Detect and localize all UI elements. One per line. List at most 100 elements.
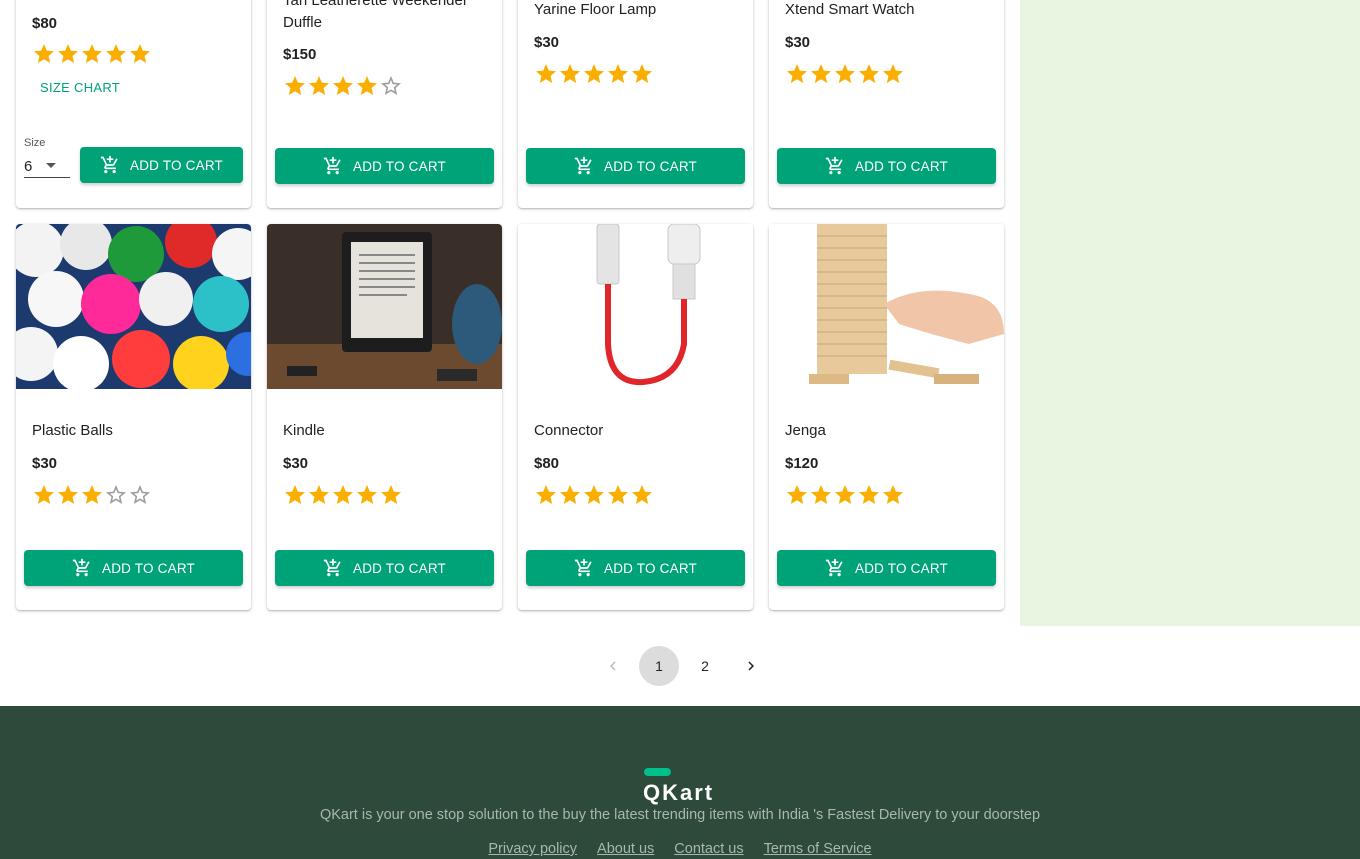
add-shopping-cart-icon <box>574 156 592 175</box>
rating-stars <box>283 483 403 507</box>
size-label: Size <box>24 137 46 149</box>
star-filled-icon <box>859 64 879 83</box>
star-filled-icon <box>883 485 903 504</box>
product-name: Tan Leatherette Weekender Duffle <box>283 0 468 31</box>
logo-mark <box>644 768 671 776</box>
star-filled-icon <box>811 485 831 504</box>
star-filled-icon <box>381 485 401 504</box>
star-empty-icon <box>106 485 126 504</box>
star-filled-icon <box>285 76 305 95</box>
about-us-link[interactable]: About us <box>597 841 654 857</box>
product-name: Jenga <box>785 422 826 439</box>
rating-stars <box>534 483 654 507</box>
products-page: $80 SIZE CHART Size 6 ADD TO CART Tan Le… <box>0 0 1360 859</box>
logo-text: QKart <box>643 780 715 805</box>
product-price: $30 <box>32 455 58 472</box>
add-to-cart-label: ADD TO CART <box>353 560 446 576</box>
rating-stars <box>283 74 403 98</box>
footer-links: Privacy policy About us Contact us Terms… <box>0 841 1360 857</box>
star-filled-icon <box>560 485 580 504</box>
add-to-cart-label: ADD TO CART <box>353 158 446 174</box>
contact-us-link[interactable]: Contact us <box>674 841 743 857</box>
star-filled-icon <box>787 485 807 504</box>
star-filled-icon <box>608 64 628 83</box>
privacy-policy-link[interactable]: Privacy policy <box>488 841 577 857</box>
page-button-1[interactable]: 1 <box>639 646 679 686</box>
add-to-cart-button[interactable]: ADD TO CART <box>526 550 745 586</box>
add-to-cart-button[interactable]: ADD TO CART <box>777 148 996 184</box>
star-filled-icon <box>536 485 556 504</box>
add-to-cart-label: ADD TO CART <box>855 560 948 576</box>
star-filled-icon <box>859 485 879 504</box>
star-filled-icon <box>34 44 54 63</box>
star-filled-icon <box>632 485 652 504</box>
star-filled-icon <box>285 485 305 504</box>
add-to-cart-label: ADD TO CART <box>102 560 195 576</box>
cart-panel <box>1020 0 1360 626</box>
product-name: Plastic Balls <box>32 422 113 439</box>
product-price: $80 <box>534 455 560 472</box>
add-to-cart-button[interactable]: ADD TO CART <box>275 550 494 586</box>
product-card: Connector $80 ADD TO CART <box>518 224 753 610</box>
add-shopping-cart-icon <box>825 558 843 577</box>
product-name: Xtend Smart Watch <box>785 1 915 18</box>
add-to-cart-button[interactable]: ADD TO CART <box>24 550 243 586</box>
star-empty-icon <box>130 485 150 504</box>
next-page-button[interactable] <box>731 646 771 686</box>
size-chart-link[interactable]: SIZE CHART <box>40 80 120 95</box>
rating-stars <box>785 483 905 507</box>
add-to-cart-button[interactable]: ADD TO CART <box>777 550 996 586</box>
rating-stars <box>785 62 905 86</box>
star-filled-icon <box>106 44 126 63</box>
product-card: $80 SIZE CHART Size 6 ADD TO CART <box>16 0 251 208</box>
star-filled-icon <box>536 64 556 83</box>
page-button-2[interactable]: 2 <box>685 646 725 686</box>
star-filled-icon <box>584 64 604 83</box>
add-shopping-cart-icon <box>72 558 90 577</box>
add-to-cart-button[interactable]: ADD TO CART <box>526 148 745 184</box>
pagination: 1 2 <box>590 646 774 686</box>
star-filled-icon <box>82 44 102 63</box>
product-name: Connector <box>534 422 604 439</box>
connector-image <box>518 224 753 389</box>
chevron-left-icon <box>610 661 616 671</box>
star-filled-icon <box>130 44 150 63</box>
star-filled-icon <box>333 485 353 504</box>
add-shopping-cart-icon <box>574 558 592 577</box>
product-name: Yarine Floor Lamp <box>534 1 657 18</box>
star-filled-icon <box>333 76 353 95</box>
add-to-cart-button[interactable]: ADD TO CART <box>275 148 494 184</box>
footer: QKart QKart is your one stop solution to… <box>0 706 1360 859</box>
add-to-cart-label: ADD TO CART <box>604 158 697 174</box>
product-price: $30 <box>283 455 309 472</box>
product-card: Tan Leatherette Weekender Duffle $150 AD… <box>267 0 502 208</box>
add-shopping-cart-icon <box>825 156 843 175</box>
star-filled-icon <box>82 485 102 504</box>
product-card: Xtend Smart Watch $30 ADD TO CART <box>769 0 1004 208</box>
star-filled-icon <box>608 485 628 504</box>
qkart-logo[interactable]: QKart <box>643 768 723 805</box>
add-shopping-cart-icon <box>100 155 118 174</box>
product-price: $150 <box>283 46 317 63</box>
add-to-cart-label: ADD TO CART <box>130 157 223 173</box>
star-filled-icon <box>560 64 580 83</box>
add-to-cart-button[interactable]: ADD TO CART <box>80 147 243 183</box>
product-name: Kindle <box>283 422 325 439</box>
terms-of-service-link[interactable]: Terms of Service <box>764 841 872 857</box>
star-filled-icon <box>357 485 377 504</box>
star-filled-icon <box>787 64 807 83</box>
rating-stars <box>534 62 654 86</box>
star-filled-icon <box>357 76 377 95</box>
product-card: Yarine Floor Lamp $30 ADD TO CART <box>518 0 753 208</box>
product-card: Kindle $30 ADD TO CART <box>267 224 502 610</box>
previous-page-button[interactable] <box>593 646 633 686</box>
product-price: $120 <box>785 455 819 472</box>
star-filled-icon <box>34 485 54 504</box>
star-filled-icon <box>811 64 831 83</box>
footer-tagline: QKart is your one stop solution to the b… <box>319 807 1041 823</box>
chevron-right-icon <box>748 661 754 671</box>
add-shopping-cart-icon <box>323 156 341 175</box>
size-select[interactable]: 6 <box>24 152 70 178</box>
star-filled-icon <box>883 64 903 83</box>
caret-down-icon <box>46 163 56 168</box>
